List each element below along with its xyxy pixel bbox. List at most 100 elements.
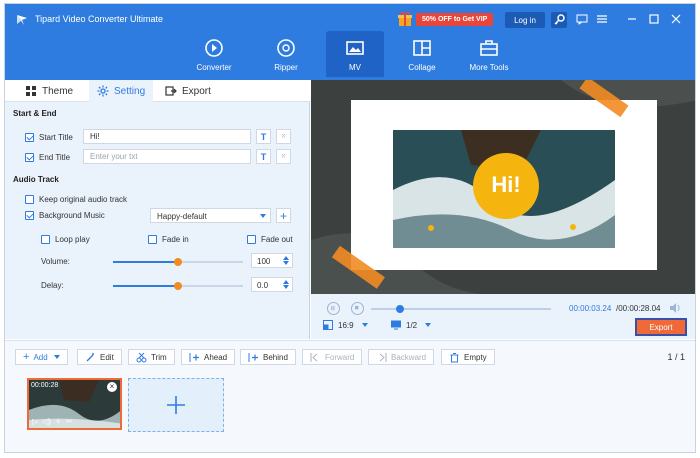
menu-icon[interactable] (595, 12, 609, 26)
section-audio-track: Audio Track (13, 175, 59, 184)
keep-audio-label: Keep original audio track (39, 195, 128, 204)
delay-spinner[interactable]: 0.0 (251, 277, 293, 292)
mv-icon (346, 41, 364, 55)
timeline-clip[interactable]: 00:00:28 × ▷ ◁) ✧ ✂ (27, 378, 122, 430)
tab-setting[interactable]: Setting (89, 80, 153, 102)
nav-mv[interactable]: MV (326, 31, 384, 77)
aspect-ratio-select[interactable]: 16:9 (323, 320, 368, 330)
clip-remove-icon[interactable]: × (107, 382, 117, 392)
spin-up-icon[interactable] (283, 280, 289, 284)
plus-bar-icon (189, 352, 199, 362)
fade-out-label: Fade out (261, 235, 293, 244)
promo-label: 50% OFF to Get VIP (416, 12, 494, 26)
current-time: 00:00:03.24 (569, 304, 612, 313)
delay-slider-handle[interactable] (174, 282, 182, 290)
fade-out-checkbox[interactable] (247, 235, 256, 244)
keep-audio-checkbox[interactable] (25, 195, 34, 204)
edit-button[interactable]: Edit (77, 349, 122, 365)
maximize-icon[interactable] (647, 12, 661, 26)
volume-label: Volume: (41, 257, 70, 266)
spin-up-icon[interactable] (283, 256, 289, 260)
forward-button[interactable]: Forward (302, 349, 363, 365)
clip-actions: ▷ ◁) ✧ ✂ (32, 417, 72, 426)
behind-button[interactable]: Behind (240, 349, 296, 365)
background-music-checkbox[interactable] (25, 211, 34, 220)
fade-in-checkbox[interactable] (148, 235, 157, 244)
nav-collage[interactable]: Collage (393, 31, 451, 77)
playback-handle[interactable] (395, 305, 404, 313)
arrow-left-icon (310, 352, 318, 362)
start-title-position-button[interactable]: ⁙ (276, 129, 291, 144)
scissors-icon[interactable]: ✂ (66, 417, 73, 426)
play-icon[interactable]: ▷ (32, 417, 38, 426)
loop-play-checkbox[interactable] (41, 235, 50, 244)
volume-slider[interactable] (113, 258, 243, 266)
add-clip-placeholder[interactable] (128, 378, 224, 432)
toolbox-icon (480, 40, 498, 56)
app-window: Tipard Video Converter Ultimate 50% OFF … (4, 3, 696, 453)
nav-converter[interactable]: Converter (185, 31, 243, 77)
start-title-font-button[interactable]: T (256, 129, 271, 144)
preview-frame: Hi! (311, 80, 695, 294)
plus-icon (167, 396, 185, 414)
key-button[interactable] (551, 12, 567, 28)
playback-progress[interactable] (371, 305, 551, 313)
chevron-down-icon (425, 323, 432, 327)
volume-slider-handle[interactable] (174, 258, 182, 266)
tab-export[interactable]: Export (165, 80, 235, 102)
text-style-icon: T (260, 131, 267, 142)
close-icon[interactable] (669, 12, 683, 26)
gear-icon (97, 85, 109, 97)
spin-down-icon[interactable] (283, 261, 289, 265)
plus-icon: + (279, 208, 287, 223)
plus-bar-icon (248, 352, 258, 362)
feedback-icon[interactable] (575, 12, 589, 26)
end-title-position-button[interactable]: ⁙ (276, 149, 291, 164)
stop-icon (354, 305, 359, 310)
top-bar: Tipard Video Converter Ultimate 50% OFF … (5, 4, 695, 80)
trim-button[interactable]: Trim (128, 349, 175, 365)
pause-button[interactable] (327, 302, 340, 315)
music-select[interactable]: Happy-default (150, 208, 271, 223)
trash-icon (450, 352, 459, 362)
end-title-font-button[interactable]: T (256, 149, 271, 164)
nav-ripper[interactable]: Ripper (257, 31, 315, 77)
start-title-input[interactable] (83, 129, 251, 144)
chevron-down-icon (260, 214, 266, 218)
delay-slider[interactable] (113, 282, 243, 290)
add-button[interactable]: + Add (15, 349, 68, 365)
total-time: /00:00:28.04 (616, 304, 661, 313)
volume-spinner[interactable]: 100 (251, 253, 293, 268)
tab-theme[interactable]: Theme (19, 80, 89, 102)
login-button[interactable]: Log in (505, 12, 545, 28)
empty-button[interactable]: Empty (441, 349, 495, 365)
delay-label: Delay: (41, 281, 64, 290)
fade-in-label: Fade in (162, 235, 189, 244)
converter-icon (205, 39, 223, 57)
vip-promo[interactable]: 50% OFF to Get VIP (397, 11, 494, 27)
spin-down-icon[interactable] (283, 285, 289, 289)
end-title-label: End Title (39, 153, 71, 162)
ahead-button[interactable]: Ahead (181, 349, 236, 365)
stop-button[interactable] (351, 302, 364, 315)
audio-icon[interactable]: ◁) (42, 417, 51, 426)
aspect-ratio-icon (323, 320, 333, 330)
arrow-right-icon (379, 352, 387, 362)
add-music-button[interactable]: + (276, 208, 291, 223)
end-title-checkbox[interactable] (25, 153, 34, 162)
dotted-grid-icon: ⁙ (280, 134, 287, 140)
start-title-label: Start Title (39, 133, 73, 142)
nav-more-tools[interactable]: More Tools (460, 31, 518, 77)
end-title-input[interactable] (83, 149, 251, 164)
volume-icon[interactable] (669, 302, 681, 314)
timeline-pager: 1 / 1 (667, 352, 685, 362)
backward-button[interactable]: Backward (368, 349, 435, 365)
collage-icon (413, 40, 431, 56)
ripper-icon (277, 39, 295, 57)
minimize-icon[interactable] (625, 12, 639, 26)
app-title: Tipard Video Converter Ultimate (35, 14, 164, 24)
export-button[interactable]: Export (635, 318, 687, 336)
effect-icon[interactable]: ✧ (55, 417, 62, 426)
page-select[interactable]: 1/2 (391, 320, 432, 330)
start-title-checkbox[interactable] (25, 133, 34, 142)
